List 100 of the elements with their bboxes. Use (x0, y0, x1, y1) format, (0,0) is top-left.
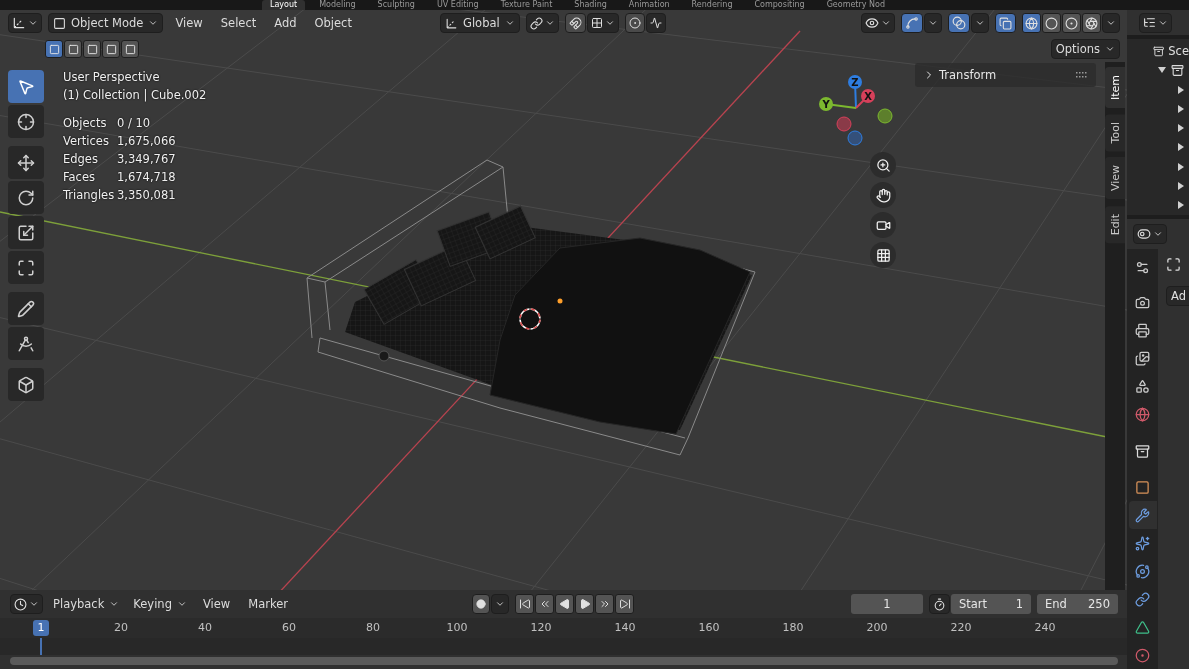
square-icon (48, 43, 60, 55)
shading-button[interactable] (1082, 13, 1101, 33)
xray-toggle[interactable] (995, 13, 1016, 33)
drag-handle-icon[interactable] (1076, 72, 1088, 78)
measure-tool[interactable] (8, 327, 44, 360)
add-modifier-button[interactable]: Ad (1166, 286, 1189, 306)
shading-button[interactable] (1062, 13, 1081, 33)
cursor-tool[interactable] (8, 105, 44, 138)
menu-item[interactable]: Object (308, 16, 358, 30)
disclosure-triangle[interactable] (1176, 181, 1186, 192)
orientation-dropdown[interactable]: Global (440, 13, 520, 33)
frame-number: 120 (530, 621, 552, 634)
overlay-toggle[interactable] (948, 13, 970, 33)
shading-button[interactable] (1042, 13, 1061, 33)
caret-icon (928, 18, 938, 28)
jump-end-button[interactable] (615, 594, 634, 614)
play-reverse-button[interactable] (555, 594, 574, 614)
disclosure-triangle[interactable] (1176, 123, 1186, 134)
workspace-tab[interactable]: Layout (262, 0, 306, 10)
axis-handle[interactable] (836, 116, 852, 132)
gizmo-toggle[interactable] (901, 13, 923, 33)
axis-handle[interactable] (877, 108, 893, 124)
workspace-tab[interactable]: Sculpting (369, 0, 423, 10)
disclosure-triangle[interactable] (1176, 103, 1186, 114)
start-frame-field[interactable]: Start 1 (951, 594, 1031, 614)
shading-button[interactable] (1022, 13, 1041, 33)
workspace-tab[interactable]: Animation (620, 0, 678, 10)
play-button[interactable] (575, 594, 594, 614)
disclosure-triangle[interactable] (1176, 142, 1186, 153)
previous-keyframe-button[interactable] (535, 594, 554, 614)
frame-number: 200 (866, 621, 888, 634)
editor-type-button[interactable] (8, 13, 42, 33)
falloff-button[interactable] (645, 13, 666, 33)
disclosure-triangle[interactable] (1176, 200, 1186, 211)
workspace-tab[interactable]: Geometry Nod (818, 0, 893, 10)
menu-dropdown[interactable]: Keying (129, 594, 191, 614)
sliders-icon (1135, 259, 1150, 275)
archive-icon (1135, 443, 1150, 459)
pan-button[interactable] (870, 182, 896, 208)
axis-handle[interactable]: Z (848, 75, 862, 109)
select-mode-button[interactable] (102, 40, 120, 58)
transform-panel-header[interactable]: Transform (915, 63, 1096, 87)
options-dropdown[interactable]: Options (1050, 39, 1120, 59)
workspace-tab[interactable]: Texture Paint (492, 0, 561, 10)
editor-type-button[interactable] (1133, 224, 1167, 244)
workspace-tab[interactable]: Compositing (746, 0, 813, 10)
snap-target-button[interactable] (586, 13, 619, 33)
sidebar-tab[interactable]: Item (1105, 67, 1125, 109)
snap-toggle[interactable] (564, 13, 586, 33)
sidebar-tab[interactable]: Edit (1105, 205, 1125, 243)
camera-view-button[interactable] (870, 212, 896, 238)
rotate-icon (17, 188, 35, 207)
pivot-button[interactable] (525, 13, 559, 33)
end-frame-field[interactable]: End 250 (1037, 594, 1118, 614)
zoom-button[interactable] (870, 152, 896, 178)
menu-item[interactable]: Select (214, 16, 263, 30)
select-mode-button[interactable] (45, 40, 63, 58)
annotate-tool[interactable] (8, 292, 44, 325)
properties-tab[interactable] (1128, 501, 1157, 529)
sidebar-tab[interactable]: View (1105, 157, 1125, 200)
menu-item[interactable]: Marker (242, 597, 294, 611)
rotate-tool[interactable] (8, 181, 44, 214)
workspace-tab[interactable]: UV Editing (428, 0, 487, 10)
workspace-tab[interactable]: Shading (566, 0, 615, 10)
current-frame-marker[interactable]: 1 (33, 620, 49, 636)
scale-tool[interactable] (8, 216, 44, 249)
workspace-tab[interactable]: Modeling (311, 0, 364, 10)
caret-icon (544, 18, 555, 28)
auto-key-toggle[interactable] (472, 594, 490, 614)
sidebar-tab[interactable]: Tool (1105, 114, 1125, 152)
axis-handle[interactable]: X (855, 89, 875, 109)
menu-item[interactable]: View (196, 597, 237, 611)
disclosure-triangle[interactable] (1176, 161, 1186, 172)
ortho-toggle-button[interactable] (870, 242, 896, 268)
menu-item[interactable]: View (169, 16, 209, 30)
current-frame-field[interactable]: 1 (851, 594, 923, 614)
menu-dropdown[interactable]: Playback (49, 594, 124, 614)
menu-item[interactable]: Add (268, 16, 303, 30)
axis-handle[interactable]: Y (819, 97, 857, 111)
transform-tool[interactable] (8, 251, 44, 284)
next-keyframe-button[interactable] (595, 594, 614, 614)
select-mode-button[interactable] (64, 40, 82, 58)
workspace-tab[interactable]: Rendering (683, 0, 741, 10)
magnet-icon (568, 16, 582, 30)
scrollbar[interactable] (10, 657, 1118, 665)
mode-dropdown[interactable]: Object Mode (48, 13, 164, 33)
select-mode-button[interactable] (83, 40, 101, 58)
editor-type-button[interactable] (1139, 12, 1172, 33)
select-mode-button[interactable] (121, 40, 139, 58)
eye-icon (865, 16, 879, 30)
axis-handle[interactable] (847, 130, 863, 146)
proportional-toggle[interactable] (624, 13, 645, 33)
visibility-button[interactable] (861, 13, 895, 33)
preview-range-button[interactable] (929, 594, 950, 614)
add-cube-tool[interactable] (8, 368, 44, 401)
move-tool[interactable] (8, 146, 44, 179)
jump-start-button[interactable] (515, 594, 534, 614)
editor-type-button[interactable] (10, 594, 43, 614)
disclosure-triangle[interactable] (1176, 84, 1186, 95)
select-tool[interactable] (8, 70, 44, 103)
